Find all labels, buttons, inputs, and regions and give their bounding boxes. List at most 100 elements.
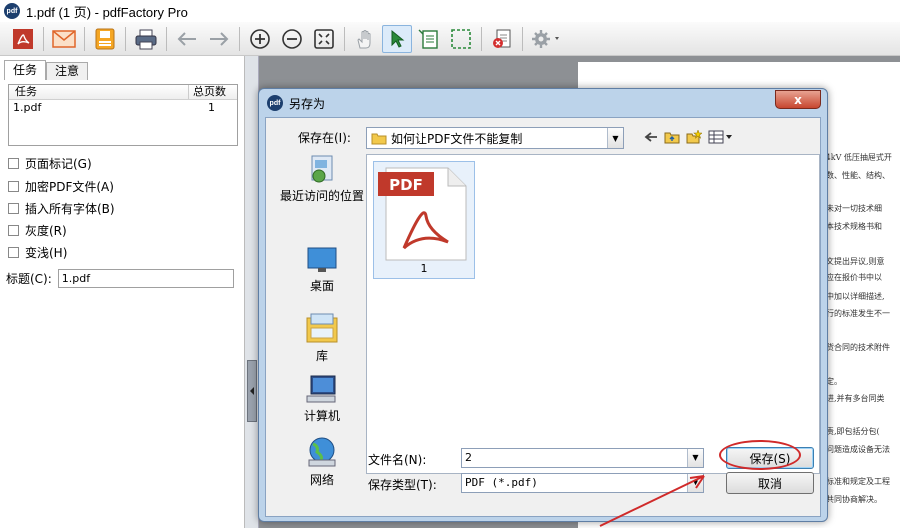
app-logo-icon: pdf [4,3,20,19]
area-select-icon[interactable] [446,25,476,53]
tab-notes[interactable]: 注意 [46,62,89,80]
place-label: 计算机 [303,409,340,423]
desktop-icon [307,247,337,272]
save-in-combo[interactable]: 如何让PDF文件不能复制 ▼ [366,127,624,149]
place-label: 库 [315,349,328,363]
title-field-row: 标题(C): [6,269,234,288]
place-computer[interactable]: 计算机 [278,374,366,424]
option-grayscale[interactable]: 灰度(R) [8,220,67,240]
title-input[interactable] [57,269,234,288]
computer-icon [306,375,336,403]
option-label: 插入所有字体(B) [25,201,115,216]
email-icon[interactable] [49,25,79,53]
task-list[interactable]: 任务 总页数 1.pdf 1 [8,84,238,146]
dialog-title-bar[interactable]: pdf 另存为 [259,89,827,117]
place-library[interactable]: 库 [278,312,366,364]
option-label: 变浅(H) [25,245,68,260]
place-label: 桌面 [309,279,334,293]
zoom-out-icon[interactable] [277,25,307,53]
back-arrow-icon[interactable] [172,25,202,53]
annotation-arrow [599,475,705,527]
dialog-logo-icon: pdf [267,95,283,111]
place-recent[interactable]: 最近访问的位置 [278,154,366,203]
back-icon[interactable] [644,131,658,143]
file-name: 1 [420,262,428,275]
option-lighten[interactable]: 变浅(H) [8,242,67,262]
option-page-marks[interactable]: 页面标记(G) [8,153,92,173]
tab-tasks[interactable]: 任务 [4,60,47,80]
option-label: 页面标记(G) [25,156,92,171]
checkbox[interactable] [8,224,19,236]
pdf-badge-text: PDF [389,176,423,194]
preview-text-line: 的标准和规定及工程 [818,477,890,486]
library-icon [306,313,338,343]
nav-buttons [644,130,734,144]
column-header-task[interactable]: 任务 [9,85,189,99]
preview-text-line: 执行的标准发生不一 [818,309,890,318]
recent-places-icon [311,155,333,183]
up-folder-icon[interactable] [664,130,680,144]
panel-tabs: 任务 注意 [4,60,89,80]
column-header-pages[interactable]: 总页数 [189,85,237,99]
task-list-header: 任务 总页数 [9,85,237,100]
gear-icon[interactable] [528,25,566,53]
filetype-label: 保存类型(T): [368,478,437,492]
option-label: 加密PDF文件(A) [25,179,114,194]
filetype-value: PDF (*.pdf) [465,476,538,489]
table-row[interactable]: 1.pdf 1 [9,100,237,115]
filename-label: 文件名(N): [368,453,427,467]
view-menu-icon[interactable] [708,130,734,144]
pdf-file-icon: PDF [378,167,467,261]
preview-text-line: 技问题造成设备无法 [818,445,890,454]
place-network[interactable]: 网络 [278,436,366,488]
panel-splitter[interactable] [245,56,259,528]
zoom-in-icon[interactable] [245,25,275,53]
delete-page-icon[interactable] [487,25,517,53]
checkbox[interactable] [8,246,19,258]
fit-page-icon[interactable] [309,25,339,53]
checkbox[interactable] [8,157,19,169]
text-select-icon[interactable] [414,25,444,53]
folder-icon [371,133,387,145]
task-pages: 1 [208,101,215,114]
file-item[interactable]: PDF 1 [373,161,475,279]
save-in-value: 如何让PDF文件不能复制 [391,131,523,146]
toolbar [0,22,900,56]
close-icon: x [794,92,802,107]
save-icon[interactable] [90,25,120,53]
select-pointer-icon[interactable] [382,24,412,53]
filename-input[interactable]: 2 ▼ [461,448,704,468]
checkbox[interactable] [8,202,19,214]
filename-value: 2 [465,451,472,464]
window-title: 1.pdf (1 页) - pdfFactory Pro [26,4,188,20]
task-name: 1.pdf [13,101,42,114]
chevron-down-icon[interactable]: ▼ [687,449,703,467]
places-bar: 最近访问的位置 桌面 库 计算机 网络 [278,154,366,504]
option-embed-fonts[interactable]: 插入所有字体(B) [8,198,115,218]
place-label: 最近访问的位置 [279,189,364,203]
cancel-button[interactable]: 取消 [726,472,814,494]
print-icon[interactable] [131,25,161,53]
dialog-title: 另存为 [289,96,326,111]
forward-arrow-icon[interactable] [204,25,234,53]
save-in-label: 保存在(I): [298,131,351,145]
title-bar: pdf 1.pdf (1 页) - pdfFactory Pro [0,0,900,22]
new-folder-icon[interactable] [686,130,702,144]
place-label: 网络 [309,473,334,487]
preview-text-line: 订货合同的技术附件 [818,343,890,352]
collapse-handle[interactable] [247,360,257,422]
chevron-down-icon[interactable]: ▼ [607,128,623,148]
preview-text-line: 参数、性能、结构、 [818,171,890,180]
hand-tool-icon[interactable] [350,25,380,53]
preview-text-line: 0.4kV 低压抽屉式开 [818,153,892,162]
annotation-circle [719,440,801,470]
place-desktop[interactable]: 桌面 [278,246,366,294]
checkbox[interactable] [8,180,19,192]
option-label: 灰度(R) [25,223,67,238]
acrobat-icon[interactable] [8,25,38,53]
network-icon [308,437,336,467]
option-encrypt[interactable]: 加密PDF文件(A) [8,176,114,196]
close-button[interactable]: x [775,90,821,109]
title-label: 标题(C): [6,272,52,286]
file-list-area[interactable]: PDF 1 [366,154,820,474]
